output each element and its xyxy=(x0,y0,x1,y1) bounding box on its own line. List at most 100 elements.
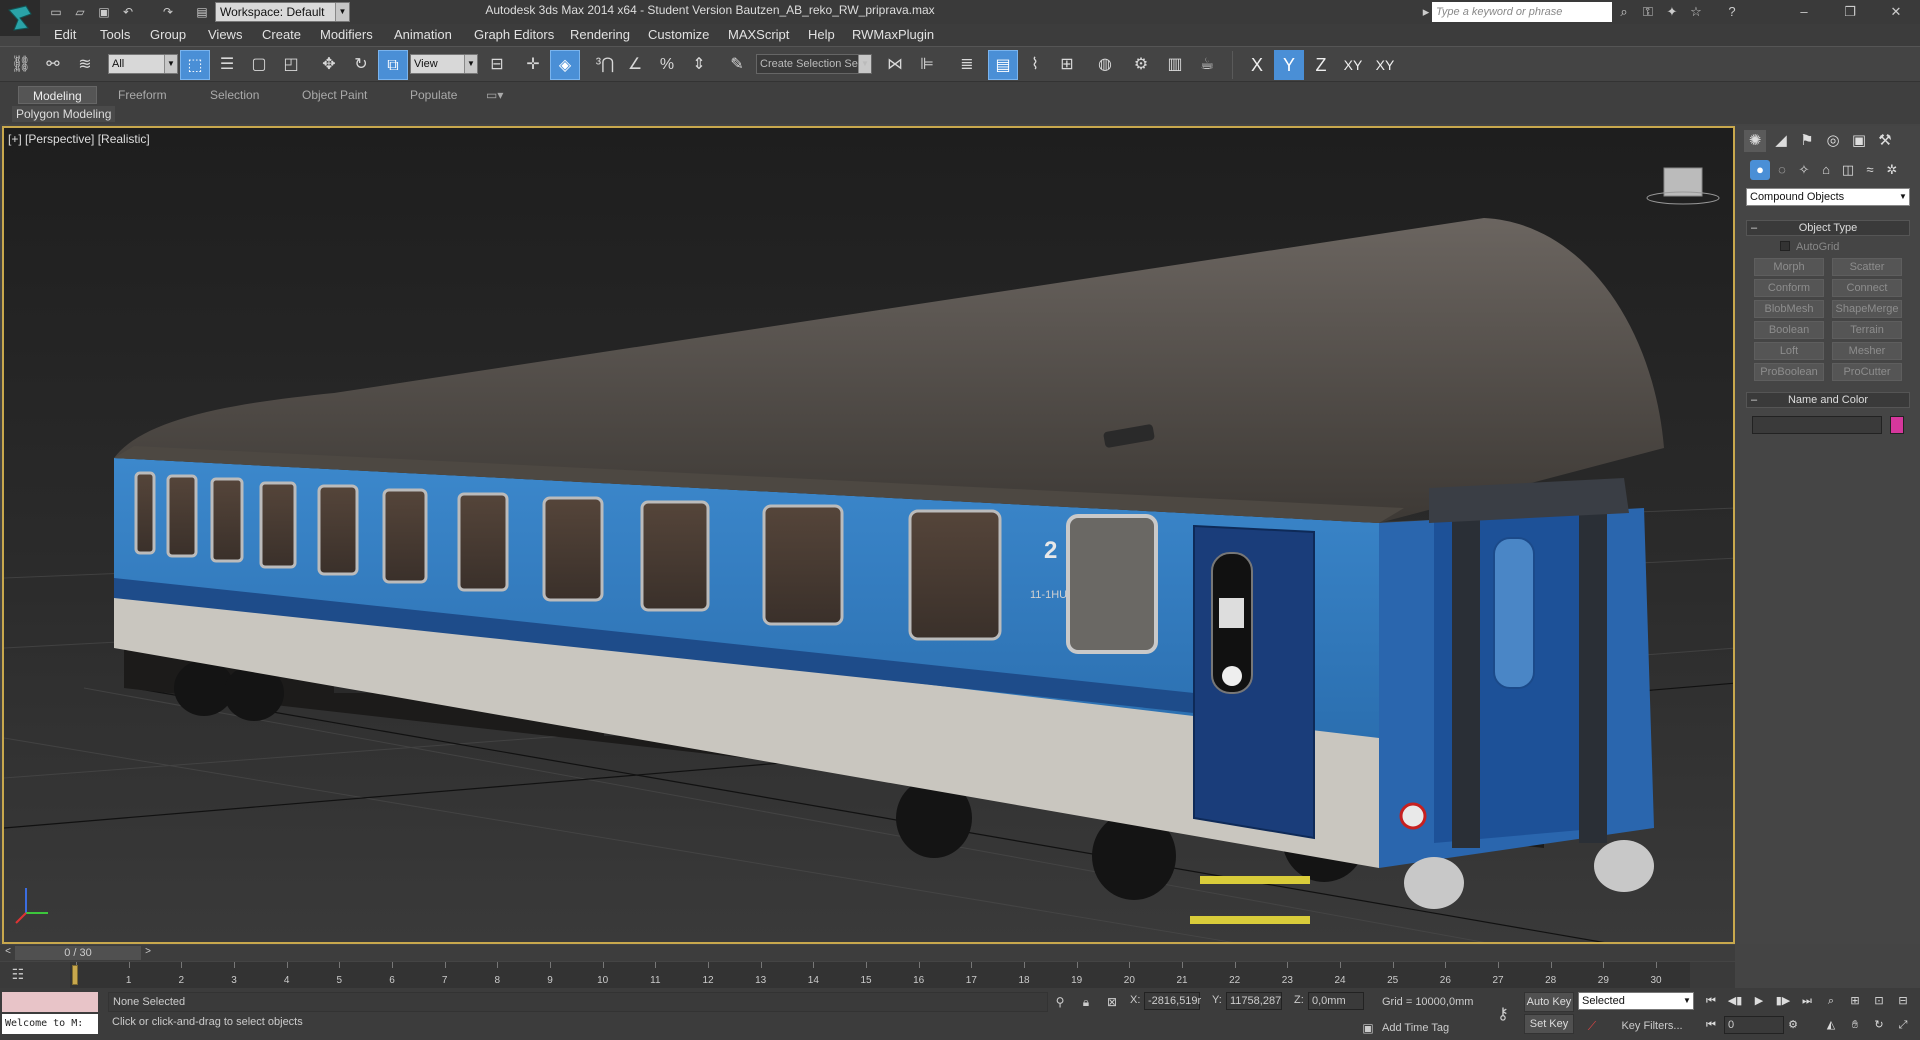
minimize-icon[interactable]: – xyxy=(1784,0,1824,24)
ribbon-tab-modeling[interactable]: Modeling xyxy=(18,86,97,104)
systems-icon[interactable]: ✲ xyxy=(1882,160,1902,180)
name-and-color-rollout-header[interactable]: – Name and Color xyxy=(1746,392,1910,408)
go-to-end-icon[interactable]: ⏭ xyxy=(1798,992,1816,1010)
hierarchy-tab-icon[interactable]: ⚑ xyxy=(1796,130,1818,152)
move-icon[interactable]: ✥ xyxy=(314,50,344,80)
x-coordinate-field[interactable]: -2816,519r xyxy=(1144,992,1201,1010)
connect-button[interactable]: Connect xyxy=(1832,279,1902,297)
object-type-rollout-header[interactable]: – Object Type xyxy=(1746,220,1910,236)
zoom-extents-icon[interactable]: ⊡ xyxy=(1870,992,1888,1010)
rotate-icon[interactable]: ↻ xyxy=(346,50,376,80)
unlink-icon[interactable]: ⚯ xyxy=(38,50,68,80)
material-editor-icon[interactable]: ◍ xyxy=(1090,50,1120,80)
default-in-out-tangent-icon[interactable]: ⟋ xyxy=(1584,1018,1600,1034)
terrain-button[interactable]: Terrain xyxy=(1832,321,1902,339)
render-teapot-icon[interactable]: ☕ xyxy=(1192,50,1222,80)
axis-xy-cycle-button[interactable]: XY xyxy=(1370,50,1400,80)
loft-button[interactable]: Loft xyxy=(1754,342,1824,360)
bind-space-warp-icon[interactable]: ≋ xyxy=(70,50,100,80)
space-warps-icon[interactable]: ≈ xyxy=(1860,160,1880,180)
maxscript-input[interactable]: Welcome to M: xyxy=(2,1014,98,1034)
close-icon[interactable]: ✕ xyxy=(1876,0,1916,24)
geometry-icon[interactable]: ● xyxy=(1750,160,1770,180)
viewport-label[interactable]: [+] [Perspective] [Realistic] xyxy=(8,132,150,146)
ribbon-tab-selection[interactable]: Selection xyxy=(196,86,273,104)
menu-rwmaxplugin[interactable]: RWMaxPlugin xyxy=(852,27,934,42)
z-coordinate-field[interactable]: 0,0mm xyxy=(1308,992,1364,1010)
previous-frame-icon[interactable]: ◀▮ xyxy=(1726,992,1744,1010)
time-slider[interactable]: < 0 / 30 > xyxy=(0,945,1735,961)
object-category-dropdown[interactable]: Compound Objects ▼ xyxy=(1746,188,1910,206)
current-frame-field[interactable]: 0 xyxy=(1724,1016,1784,1034)
motion-tab-icon[interactable]: ◎ xyxy=(1822,130,1844,152)
create-tab-icon[interactable]: ✺ xyxy=(1744,130,1766,152)
playhead-marker[interactable] xyxy=(72,965,78,985)
object-color-swatch[interactable] xyxy=(1890,416,1904,434)
ribbon-options-icon[interactable]: ▭▾ xyxy=(480,86,509,104)
select-by-name-icon[interactable]: ☰ xyxy=(212,50,242,80)
ribbon-tab-populate[interactable]: Populate xyxy=(396,86,471,104)
time-configuration-icon[interactable]: ⚙ xyxy=(1784,1016,1802,1034)
autogrid-checkbox[interactable]: AutoGrid xyxy=(1780,241,1839,253)
object-name-field[interactable] xyxy=(1752,416,1882,434)
menu-maxscript[interactable]: MAXScript xyxy=(728,27,789,42)
track-strip[interactable]: 1 2 3 4 5 6 7 8 9 10 11 12 13 14 15 16 17 18 19 20 21 22 23 24 2… xyxy=(70,962,1690,988)
maximize-viewport-icon[interactable]: ⤢ xyxy=(1894,1016,1912,1034)
axis-z-button[interactable]: Z xyxy=(1306,50,1336,80)
utilities-tab-icon[interactable]: ⚒ xyxy=(1874,130,1896,152)
shapes-icon[interactable]: ◌ xyxy=(1772,160,1792,180)
maximize-icon[interactable]: ❐ xyxy=(1830,0,1870,24)
named-selection-dropdown[interactable]: Create Selection Se ▼ xyxy=(756,54,872,74)
procutter-button[interactable]: ProCutter xyxy=(1832,363,1902,381)
axis-y-button[interactable]: Y xyxy=(1274,50,1304,80)
search-input[interactable]: Type a keyword or phrase xyxy=(1432,2,1612,22)
orbit-icon[interactable]: ↻ xyxy=(1870,1016,1888,1034)
play-icon[interactable]: ▶ xyxy=(1750,992,1768,1010)
proboolean-button[interactable]: ProBoolean xyxy=(1754,363,1824,381)
menu-animation[interactable]: Animation xyxy=(394,27,452,42)
menu-customize[interactable]: Customize xyxy=(648,27,709,42)
menu-graph-editors[interactable]: Graph Editors xyxy=(474,27,554,42)
absolute-mode-icon[interactable]: ⊠ xyxy=(1104,994,1120,1010)
lights-icon[interactable]: ✧ xyxy=(1794,160,1814,180)
reference-coordinate-dropdown[interactable]: View ▼ xyxy=(410,54,478,74)
pivot-center-icon[interactable]: ⊟ xyxy=(482,50,512,80)
helpers-icon[interactable]: ◫ xyxy=(1838,160,1858,180)
zoom-all-icon[interactable]: ⊞ xyxy=(1846,992,1864,1010)
time-tag-icon[interactable]: ▣ xyxy=(1360,1020,1376,1036)
angle-snap-icon[interactable]: ∠ xyxy=(620,50,650,80)
curve-editor-icon[interactable]: ⌇ xyxy=(1020,50,1050,80)
y-coordinate-field[interactable]: 11758,287 xyxy=(1226,992,1282,1010)
binoculars-icon[interactable]: ⌕ xyxy=(1614,2,1634,22)
key-mode-toggle-icon[interactable]: ⏮ xyxy=(1702,1016,1720,1034)
communication-center-icon[interactable]: ✦ xyxy=(1662,2,1682,22)
set-key-button[interactable]: Set Key xyxy=(1524,1014,1574,1034)
edit-named-selection-icon[interactable]: ✎ xyxy=(722,50,752,80)
link-icon[interactable]: ⛓ xyxy=(6,50,36,80)
window-crossing-icon[interactable]: ◰ xyxy=(276,50,306,80)
help-icon[interactable]: ? xyxy=(1722,2,1742,22)
key-filters-button[interactable]: Key Filters... xyxy=(1612,1016,1692,1036)
axis-xy-button[interactable]: XY xyxy=(1338,50,1368,80)
shapemerge-button[interactable]: ShapeMerge xyxy=(1832,300,1902,318)
morph-button[interactable]: Morph xyxy=(1754,258,1824,276)
menu-help[interactable]: Help xyxy=(808,27,835,42)
render-setup-icon[interactable]: ⚙ xyxy=(1126,50,1156,80)
rendered-frame-window-icon[interactable]: ▥ xyxy=(1160,50,1190,80)
boolean-button[interactable]: Boolean xyxy=(1754,321,1824,339)
menu-tools[interactable]: Tools xyxy=(100,27,130,42)
menu-group[interactable]: Group xyxy=(150,27,186,42)
cameras-icon[interactable]: ⌂ xyxy=(1816,160,1836,180)
auto-key-button[interactable]: Auto Key xyxy=(1524,992,1574,1012)
align-icon[interactable]: ⊫ xyxy=(912,50,942,80)
display-tab-icon[interactable]: ▣ xyxy=(1848,130,1870,152)
manipulate-icon[interactable]: ✛ xyxy=(518,50,548,80)
key-mode-dropdown[interactable]: Selected ▼ xyxy=(1578,992,1694,1010)
modify-tab-icon[interactable]: ◢ xyxy=(1770,130,1792,152)
menu-modifiers[interactable]: Modifiers xyxy=(320,27,373,42)
scatter-button[interactable]: Scatter xyxy=(1832,258,1902,276)
maxscript-macro-recorder[interactable] xyxy=(2,992,98,1012)
menu-create[interactable]: Create xyxy=(262,27,301,42)
chevron-right-icon[interactable]: > xyxy=(142,946,154,960)
maxscript-listener[interactable]: Welcome to M: xyxy=(2,992,98,1036)
